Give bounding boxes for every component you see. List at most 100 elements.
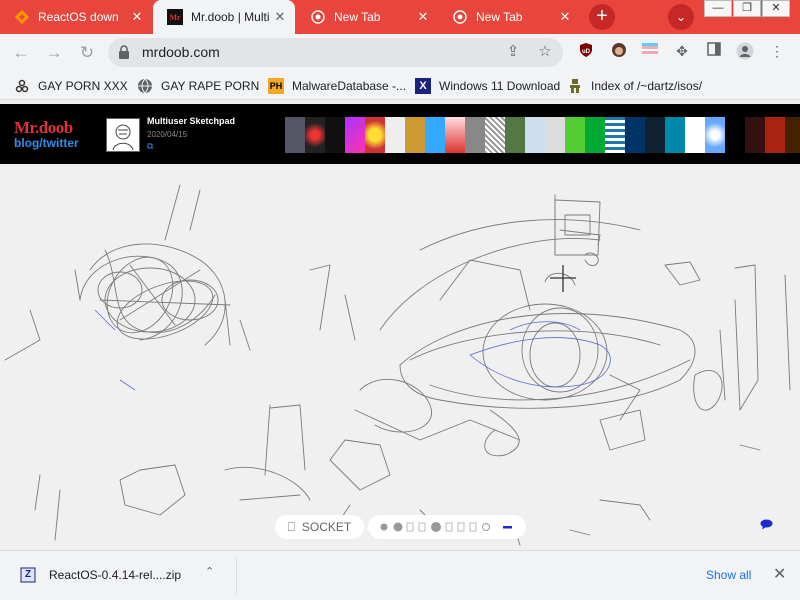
maximize-button[interactable]: ❐ — [733, 0, 761, 17]
flag-extension-icon[interactable] — [641, 42, 659, 60]
new-tab-button[interactable]: + — [589, 4, 615, 30]
url-text: mrdoob.com — [142, 44, 220, 60]
tab-title: Mr.doob | Multiu — [191, 10, 269, 24]
brush-size-medium[interactable] — [393, 522, 403, 532]
project-thumb[interactable] — [765, 117, 785, 153]
reload-icon[interactable]: ↻ — [76, 42, 98, 64]
project-thumb[interactable] — [545, 117, 565, 153]
tab-mrdoob[interactable]: Mr Mr.doob | Multiu ✕ — [153, 0, 295, 34]
bookmark-label: GAY PORN XXX — [38, 79, 128, 93]
back-icon[interactable]: ← — [10, 42, 32, 64]
project-thumb[interactable] — [485, 117, 505, 153]
project-thumb[interactable] — [725, 117, 745, 153]
tab-reactos[interactable]: ReactOS down ✕ — [0, 0, 152, 34]
bookmark-star-icon[interactable]: ☆ — [536, 43, 554, 61]
color-swatch[interactable] — [457, 522, 465, 532]
tab-search-button[interactable]: ⌄ — [668, 4, 694, 30]
project-thumb[interactable] — [625, 117, 645, 153]
project-thumb[interactable] — [565, 117, 585, 153]
eraser-tool[interactable] — [482, 523, 490, 531]
project-thumb[interactable] — [645, 117, 665, 153]
bookmark-item[interactable]: PH MalwareDatabase -... — [268, 76, 406, 96]
project-thumb[interactable] — [685, 117, 705, 153]
color-swatch[interactable] — [469, 522, 477, 532]
bookmark-label: Index of /~dartz/isos/ — [591, 79, 703, 93]
download-filename[interactable]: ReactOS-0.4.14-rel....zip — [49, 568, 181, 582]
blog-twitter-link[interactable]: blog/twitter — [14, 136, 79, 150]
zip-file-icon: Z — [20, 567, 36, 583]
mrdoob-icon: Mr — [167, 9, 183, 25]
tab-close-icon[interactable]: ✕ — [412, 6, 434, 28]
chrome-icon — [452, 9, 468, 25]
project-thumb[interactable] — [585, 117, 605, 153]
extensions-puzzle-icon[interactable]: ✥ — [673, 42, 691, 60]
globe-icon — [137, 78, 153, 94]
tab-close-icon[interactable]: ✕ — [269, 6, 291, 28]
bookmark-item[interactable]: GAY RAPE PORN — [137, 76, 259, 96]
chevron-up-icon[interactable]: ⌃ — [205, 565, 214, 578]
project-thumb[interactable] — [705, 117, 725, 153]
project-thumb[interactable] — [505, 117, 525, 153]
tab-title: New Tab — [476, 10, 523, 24]
color-swatch[interactable] — [445, 522, 453, 532]
webhook-icon — [14, 78, 30, 94]
project-thumb[interactable] — [525, 117, 545, 153]
socket-icon: ⎕ — [287, 519, 295, 534]
bookmark-item[interactable]: GAY PORN XXX — [14, 76, 128, 96]
reactos-icon — [14, 9, 30, 25]
avatar-extension-icon[interactable] — [610, 42, 628, 60]
brush-size-small[interactable] — [380, 523, 388, 531]
show-all-button[interactable]: Show all — [706, 568, 751, 582]
sketch-canvas[interactable] — [0, 164, 800, 549]
color-swatch[interactable] — [406, 522, 414, 532]
project-thumb[interactable] — [305, 117, 325, 153]
bookmark-item[interactable]: Index of /~dartz/isos/ — [567, 76, 702, 96]
project-thumb[interactable] — [365, 117, 385, 153]
project-thumb[interactable] — [405, 117, 425, 153]
zip-file-letter: Z — [24, 569, 32, 580]
crosshair-cursor — [550, 265, 576, 292]
menu-kebab-icon[interactable]: ⋮ — [768, 42, 786, 60]
address-bar[interactable]: mrdoob.com ⇪ ☆ — [108, 38, 563, 67]
site-logo[interactable]: Mr.doob — [14, 118, 73, 138]
tab-newtab-1[interactable]: New Tab ✕ — [296, 0, 438, 34]
tab-close-icon[interactable]: ✕ — [126, 6, 148, 28]
project-thumbnail[interactable] — [106, 118, 140, 152]
project-date: 2020/04/15 — [147, 130, 188, 139]
profile-icon[interactable] — [736, 42, 754, 60]
divider — [236, 557, 237, 595]
project-thumb[interactable] — [345, 117, 365, 153]
lock-icon — [118, 45, 130, 62]
project-thumb[interactable] — [385, 117, 405, 153]
tab-title: New Tab — [334, 10, 381, 24]
chrome-icon — [310, 9, 326, 25]
site-header: Mr.doob blog/twitter Multiuser Sketchpad… — [0, 104, 800, 164]
project-thumb[interactable] — [285, 117, 305, 153]
project-thumb[interactable] — [605, 117, 625, 153]
socket-status[interactable]: ⎕ SOCKET — [275, 515, 364, 539]
sidepanel-icon[interactable] — [705, 42, 723, 60]
project-thumb[interactable] — [665, 117, 685, 153]
browser-window: ReactOS down ✕ Mr Mr.doob | Multiu ✕ New… — [0, 0, 800, 600]
project-thumb[interactable] — [465, 117, 485, 153]
close-window-button[interactable]: ✕ — [762, 0, 790, 17]
selected-color[interactable] — [503, 526, 512, 529]
bookmark-item[interactable]: X Windows 11 Download — [415, 76, 560, 96]
chat-icon[interactable] — [760, 519, 773, 530]
color-swatch[interactable] — [418, 522, 426, 532]
project-thumb[interactable] — [785, 117, 800, 153]
project-thumb[interactable] — [325, 117, 345, 153]
minimize-button[interactable]: — — [704, 0, 732, 17]
brush-size-large[interactable] — [431, 522, 441, 532]
tab-newtab-2[interactable]: New Tab ✕ — [438, 0, 580, 34]
forward-icon[interactable]: → — [43, 42, 65, 64]
project-thumb[interactable] — [425, 117, 445, 153]
project-thumb[interactable] — [745, 117, 765, 153]
bookmark-label: GAY RAPE PORN — [161, 79, 260, 93]
project-thumb[interactable] — [445, 117, 465, 153]
share-icon[interactable]: ⇪ — [504, 43, 522, 61]
close-shelf-icon[interactable]: ✕ — [773, 564, 786, 584]
tab-close-icon[interactable]: ✕ — [554, 6, 576, 28]
ublock-icon[interactable]: uD — [577, 42, 595, 60]
external-link-icon[interactable]: ⧉ — [147, 141, 153, 152]
